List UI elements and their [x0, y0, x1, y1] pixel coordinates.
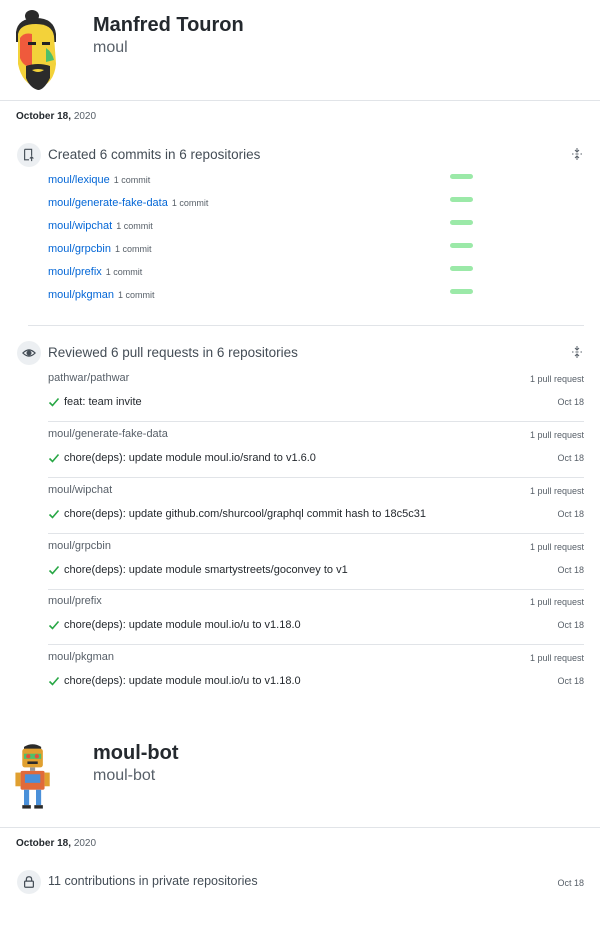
pr-count[interactable]: 1 pull request [530, 653, 584, 663]
pr-date: Oct 18 [557, 453, 584, 463]
divider [0, 827, 600, 828]
pr-count[interactable]: 1 pull request [530, 374, 584, 384]
commit-bar [450, 197, 473, 202]
commit-repo-link[interactable]: moul/lexique [48, 174, 110, 186]
check-icon [48, 509, 60, 519]
fold-icon[interactable] [571, 346, 583, 358]
pr-separator [48, 421, 584, 422]
commit-row: moul/generate-fake-data 1 commit [48, 193, 478, 209]
commit-count[interactable]: 1 commit [116, 221, 153, 231]
pr-date: Oct 18 [557, 509, 584, 519]
commit-repo-link[interactable]: moul/generate-fake-data [48, 197, 168, 209]
commit-count[interactable]: 1 commit [106, 267, 143, 277]
pr-title-link[interactable]: chore(deps): update module smartystreets… [64, 564, 348, 576]
commit-repo-link[interactable]: moul/pkgman [48, 289, 114, 301]
commit-row: moul/grpcbin 1 commit [48, 239, 478, 255]
check-icon [48, 453, 60, 463]
pr-repo-link[interactable]: moul/prefix [48, 595, 102, 607]
pr-title-link[interactable]: chore(deps): update module moul.io/srand… [64, 452, 316, 464]
pr-separator [48, 533, 584, 534]
pr-date: Oct 18 [557, 397, 584, 407]
pr-separator [48, 477, 584, 478]
pr-separator [48, 644, 584, 645]
commit-repo-link[interactable]: moul/grpcbin [48, 243, 111, 255]
commit-count[interactable]: 1 commit [114, 175, 151, 185]
avatar[interactable] [10, 8, 66, 92]
commit-repo-link[interactable]: moul/wipchat [48, 220, 112, 232]
pr-item: chore(deps): update module moul.io/u to … [48, 619, 301, 631]
avatar[interactable] [12, 738, 60, 814]
pr-repo-link[interactable]: moul/wipchat [48, 484, 112, 496]
pr-count[interactable]: 1 pull request [530, 542, 584, 552]
profile-header: Manfred Touron moul [0, 0, 600, 100]
check-icon [48, 565, 60, 575]
date-year: 2020 [73, 838, 97, 849]
push-icon [17, 143, 41, 167]
pr-title-link[interactable]: chore(deps): update module moul.io/u to … [64, 619, 301, 631]
pr-title-link[interactable]: chore(deps): update module moul.io/u to … [64, 675, 301, 687]
pr-count[interactable]: 1 pull request [530, 430, 584, 440]
date-month-day: October 18, [16, 111, 72, 122]
profile-name[interactable]: Manfred Touron [93, 14, 244, 37]
pr-date: Oct 18 [557, 676, 584, 686]
commit-row: moul/pkgman 1 commit [48, 285, 478, 301]
profile-name[interactable]: moul-bot [93, 742, 179, 765]
commit-bar [450, 174, 473, 179]
commit-row: moul/prefix 1 commit [48, 262, 478, 278]
date-heading: October 18, 2020 [16, 111, 96, 122]
reviews-summary: Reviewed 6 pull requests in 6 repositori… [48, 345, 298, 360]
check-icon [48, 620, 60, 630]
commit-bar [450, 266, 473, 271]
pr-repo-link[interactable]: pathwar/pathwar [48, 372, 129, 384]
date-heading: October 18, 2020 [16, 838, 96, 849]
check-icon [48, 676, 60, 686]
pr-item: feat: team invite [48, 396, 142, 408]
commit-bar [450, 243, 473, 248]
pr-repo-link[interactable]: moul/generate-fake-data [48, 428, 168, 440]
private-date: Oct 18 [557, 878, 584, 888]
commit-count[interactable]: 1 commit [118, 290, 155, 300]
fold-icon[interactable] [571, 148, 583, 160]
pr-repo-link[interactable]: moul/pkgman [48, 651, 114, 663]
pr-item: chore(deps): update module smartystreets… [48, 564, 348, 576]
profile-login[interactable]: moul-bot [93, 767, 155, 785]
pr-count[interactable]: 1 pull request [530, 486, 584, 496]
profile-login[interactable]: moul [93, 39, 128, 57]
commits-summary: Created 6 commits in 6 repositories [48, 147, 261, 162]
commit-repo-link[interactable]: moul/prefix [48, 266, 102, 278]
pr-title-link[interactable]: feat: team invite [64, 396, 142, 408]
check-icon [48, 397, 60, 407]
commit-bar [450, 289, 473, 294]
commit-count[interactable]: 1 commit [172, 198, 209, 208]
commit-bar [450, 220, 473, 225]
pr-title-link[interactable]: chore(deps): update github.com/shurcool/… [64, 508, 426, 520]
pr-item: chore(deps): update github.com/shurcool/… [48, 508, 426, 520]
pr-date: Oct 18 [557, 620, 584, 630]
eye-icon [17, 341, 41, 365]
commit-row: moul/lexique 1 commit [48, 170, 478, 186]
commit-count[interactable]: 1 commit [115, 244, 152, 254]
profile-header: moul-bot moul-bot [0, 728, 600, 828]
pr-separator [48, 589, 584, 590]
section-separator [28, 325, 584, 326]
private-contributions: 11 contributions in private repositories [48, 874, 258, 888]
pr-item: chore(deps): update module moul.io/srand… [48, 452, 316, 464]
lock-icon [17, 870, 41, 894]
commit-row: moul/wipchat 1 commit [48, 216, 478, 232]
date-month-day: October 18, [16, 838, 72, 849]
pr-item: chore(deps): update module moul.io/u to … [48, 675, 301, 687]
date-year: 2020 [73, 111, 97, 122]
divider [0, 100, 600, 101]
pr-repo-link[interactable]: moul/grpcbin [48, 540, 111, 552]
pr-date: Oct 18 [557, 565, 584, 575]
pr-count[interactable]: 1 pull request [530, 597, 584, 607]
